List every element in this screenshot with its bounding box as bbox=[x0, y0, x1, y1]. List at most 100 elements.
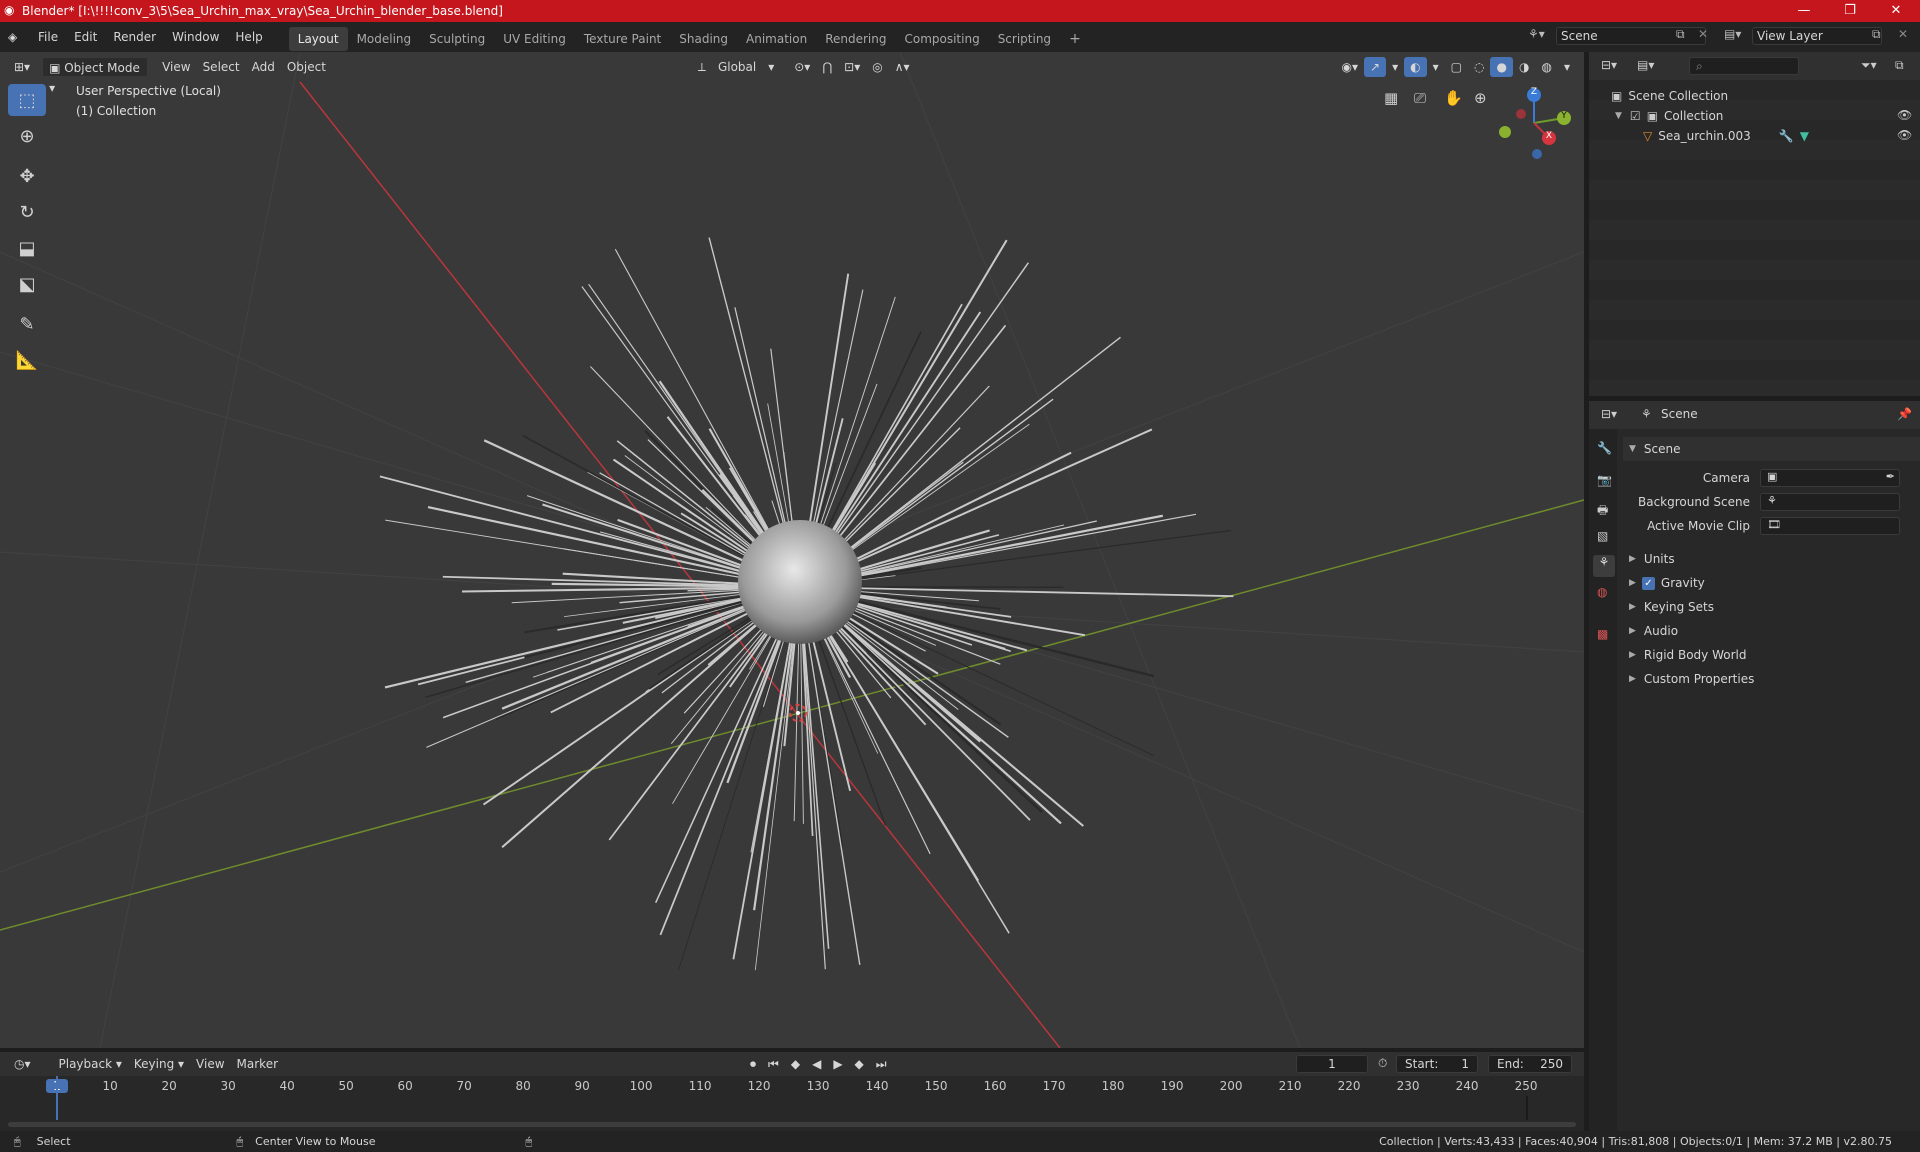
section-custom-properties[interactable]: ▶ Custom Properties bbox=[1623, 667, 1920, 691]
collection-checkbox-icon[interactable]: ☑ bbox=[1630, 109, 1641, 123]
world-tab-icon[interactable]: ◍ bbox=[1597, 585, 1607, 599]
filter-icon[interactable]: ⏷▾ bbox=[1861, 58, 1877, 73]
material-shading-icon[interactable]: ◑ bbox=[1513, 57, 1535, 77]
menu-view[interactable]: View bbox=[156, 57, 196, 77]
active-movie-clip-field[interactable]: 🎞 bbox=[1760, 517, 1900, 535]
solid-shading-icon[interactable]: ● bbox=[1490, 57, 1513, 77]
blender-menu-icon[interactable]: ◈ bbox=[8, 30, 30, 44]
menu-keying[interactable]: Keying ▾ bbox=[128, 1054, 190, 1074]
new-collection-icon[interactable]: ⧉ bbox=[1895, 58, 1904, 73]
section-rigid-body-world[interactable]: ▶ Rigid Body World bbox=[1623, 643, 1920, 667]
menu-timeline-view[interactable]: View bbox=[190, 1054, 230, 1074]
menu-marker[interactable]: Marker bbox=[231, 1054, 284, 1074]
timeline-scrollbar[interactable] bbox=[8, 1122, 1576, 1127]
pivot-icon[interactable]: ⊙▾ bbox=[788, 57, 816, 77]
properties-editor-type-icon[interactable]: ⊟▾ bbox=[1601, 407, 1617, 421]
gizmo-x-label[interactable]: X bbox=[1545, 131, 1553, 141]
menu-window[interactable]: Window bbox=[164, 22, 227, 52]
background-scene-field[interactable]: ⚘ bbox=[1760, 493, 1900, 511]
frame-ruler[interactable]: 1102030405060708090100110120130140150160… bbox=[0, 1076, 1584, 1096]
editor-type-icon[interactable]: ⊞▾ bbox=[8, 57, 36, 77]
jump-start-icon[interactable]: ⏮ bbox=[762, 1054, 785, 1074]
view-layer-tab-icon[interactable]: ▧ bbox=[1597, 529, 1608, 543]
mesh-data-icon[interactable]: ▼ bbox=[1800, 129, 1809, 143]
tab-layout[interactable]: Layout bbox=[288, 26, 348, 51]
prev-keyframe-icon[interactable]: ◆ bbox=[785, 1054, 806, 1074]
current-frame-field[interactable]: 1 bbox=[1296, 1055, 1368, 1073]
select-box-tool-icon[interactable]: ⬚ bbox=[8, 84, 46, 116]
camera-field[interactable]: ▣ ✒ bbox=[1760, 469, 1900, 487]
scene-tab-icon[interactable]: ⚘ bbox=[1593, 555, 1615, 577]
measure-tool-icon[interactable]: 📐 bbox=[8, 344, 46, 376]
transform-orientation-dropdown[interactable]: Global bbox=[712, 57, 762, 77]
modifier-wrench-icon[interactable]: 🔧 bbox=[1779, 129, 1794, 143]
gizmo-z-label[interactable]: Z bbox=[1530, 87, 1538, 97]
gizmo-y-label[interactable]: Y bbox=[1560, 111, 1568, 121]
tab-scripting[interactable]: Scripting bbox=[989, 27, 1060, 51]
section-keying-sets[interactable]: ▶ Keying Sets bbox=[1623, 595, 1920, 619]
end-frame-field[interactable]: End: 250 bbox=[1488, 1055, 1572, 1073]
menu-file[interactable]: File bbox=[30, 22, 66, 52]
display-mode-icon[interactable]: ▤▾ bbox=[1637, 58, 1654, 72]
outliner-search-input[interactable]: ⌕ bbox=[1689, 57, 1799, 75]
tab-shading[interactable]: Shading bbox=[670, 27, 737, 51]
tab-modeling[interactable]: Modeling bbox=[348, 27, 421, 51]
outliner-collection[interactable]: ▼ ☑ ▣ Collection bbox=[1615, 106, 1723, 126]
menu-help[interactable]: Help bbox=[227, 22, 270, 52]
shading-dropdown-icon[interactable]: ▾ bbox=[1558, 57, 1576, 77]
jump-end-icon[interactable]: ⏭ bbox=[870, 1054, 893, 1074]
gravity-checkbox[interactable]: ✓ bbox=[1641, 576, 1655, 590]
outliner-object-row[interactable]: ▽ Sea_urchin.003 🔧 ▼ bbox=[1643, 126, 1809, 146]
stopwatch-icon[interactable]: ⏱ bbox=[1378, 1056, 1387, 1071]
menu-playback[interactable]: Playback ▾ bbox=[53, 1054, 128, 1074]
expand-arrow-icon[interactable]: ▼ bbox=[1615, 111, 1622, 121]
visibility-icon[interactable]: ◉▾ bbox=[1336, 57, 1365, 77]
delete-scene-icon[interactable]: ✕ bbox=[1698, 27, 1708, 41]
snap-target-icon[interactable]: ⊡▾ bbox=[838, 57, 866, 77]
tab-texture-paint[interactable]: Texture Paint bbox=[575, 27, 670, 51]
section-units[interactable]: ▶ Units bbox=[1623, 547, 1920, 571]
collection-visibility-eye-icon[interactable]: 👁 bbox=[1897, 108, 1912, 122]
falloff-icon[interactable]: ∧▾ bbox=[889, 57, 916, 77]
move-tool-icon[interactable]: ✥ bbox=[8, 160, 46, 192]
restore-icon[interactable]: ❐ bbox=[1830, 0, 1870, 22]
object-visibility-eye-icon[interactable]: 👁 bbox=[1897, 128, 1912, 142]
next-keyframe-icon[interactable]: ◆ bbox=[849, 1054, 870, 1074]
pin-icon[interactable]: 📌 bbox=[1897, 407, 1912, 421]
play-icon[interactable]: ▶ bbox=[827, 1054, 848, 1074]
scale-tool-icon[interactable]: ⬓ bbox=[8, 232, 46, 264]
orientation-icon[interactable]: ⟂ bbox=[692, 57, 712, 77]
overlay-dropdown-icon[interactable]: ▾ bbox=[1427, 57, 1445, 77]
gizmo-toggle-icon[interactable]: ↗ bbox=[1364, 57, 1387, 77]
minimize-icon[interactable]: — bbox=[1784, 0, 1824, 22]
menu-render[interactable]: Render bbox=[105, 22, 164, 52]
wireframe-shading-icon[interactable]: ◌ bbox=[1468, 57, 1490, 77]
orientation-chevron-icon[interactable]: ▾ bbox=[762, 57, 780, 77]
gizmo-dropdown-icon[interactable]: ▾ bbox=[1386, 57, 1404, 77]
render-tab-icon[interactable]: 📷 bbox=[1597, 473, 1612, 487]
tab-uv-editing[interactable]: UV Editing bbox=[494, 27, 575, 51]
play-reverse-icon[interactable]: ◀ bbox=[806, 1054, 827, 1074]
3d-viewport[interactable]: Z Y X ▦ ⎚ ✋ ⊕ User Perspective (Local) (… bbox=[0, 52, 1584, 1048]
annotate-tool-icon[interactable]: ✎ bbox=[8, 308, 46, 340]
cursor-tool-icon[interactable]: ⊕ bbox=[8, 120, 46, 152]
eyedropper-icon[interactable]: ✒ bbox=[1886, 470, 1895, 483]
new-scene-icon[interactable]: ⧉ bbox=[1676, 27, 1685, 42]
outliner-editor-type-icon[interactable]: ⊟▾ bbox=[1601, 58, 1617, 72]
tool-tab-icon[interactable]: 🔧 bbox=[1597, 441, 1612, 455]
section-gravity[interactable]: ▶ ✓ Gravity bbox=[1623, 571, 1920, 595]
menu-object[interactable]: Object bbox=[281, 57, 332, 77]
proportional-edit-icon[interactable]: ◎ bbox=[866, 57, 888, 77]
output-tab-icon[interactable]: 🖶 bbox=[1597, 501, 1608, 522]
transform-tool-icon[interactable]: ⬕ bbox=[8, 268, 46, 300]
section-audio[interactable]: ▶ Audio bbox=[1623, 619, 1920, 643]
close-icon[interactable]: ✕ bbox=[1876, 0, 1916, 22]
menu-edit[interactable]: Edit bbox=[66, 22, 105, 52]
tab-animation[interactable]: Animation bbox=[737, 27, 816, 51]
add-workspace-icon[interactable]: + bbox=[1060, 27, 1090, 51]
view-layer-browse-icon[interactable]: ▤▾ bbox=[1724, 27, 1741, 41]
texture-tab-icon[interactable]: ▩ bbox=[1597, 627, 1608, 641]
delete-view-layer-icon[interactable]: ✕ bbox=[1898, 27, 1908, 41]
menu-add[interactable]: Add bbox=[246, 57, 281, 77]
playhead[interactable] bbox=[56, 1076, 58, 1120]
